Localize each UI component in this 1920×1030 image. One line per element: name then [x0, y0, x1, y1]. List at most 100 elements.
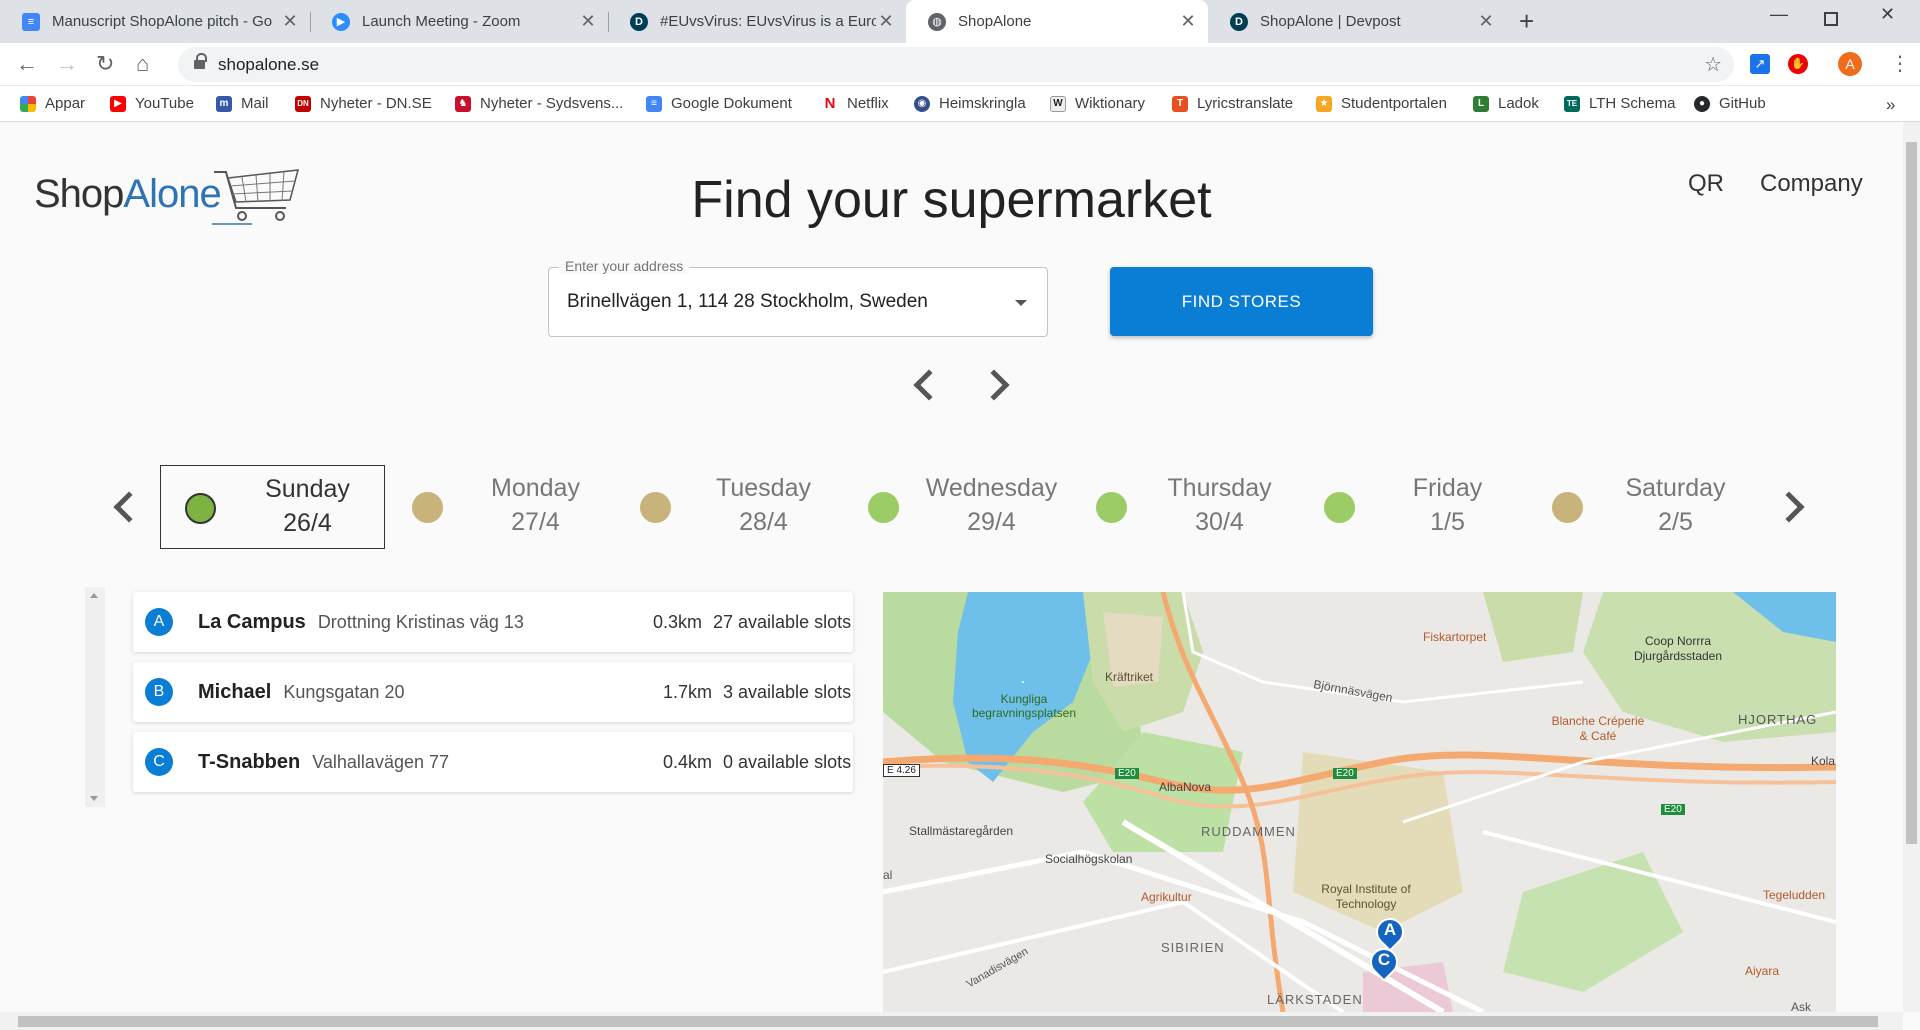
availability-dot — [1552, 492, 1583, 523]
map-label: SIBIRIEN — [1161, 940, 1225, 955]
tab-title: #EUvsVirus: EUvsVirus is a Europe — [660, 13, 876, 30]
map-label: Kola — [1811, 754, 1836, 768]
prev-arrow-icon[interactable] — [913, 369, 945, 401]
bookmark-heimskringla[interactable]: ◉ Heimskringla — [914, 95, 1026, 112]
bookmark-studentportalen[interactable]: ★ Studentportalen — [1316, 95, 1447, 112]
day-wednesday[interactable]: Wednesday 29/4 — [844, 465, 1069, 549]
find-stores-button[interactable]: FIND STORES — [1110, 267, 1373, 336]
address-field-label: Enter your address — [559, 258, 690, 274]
day-name: Saturday — [1625, 474, 1726, 502]
day-date: 1/5 — [1430, 508, 1465, 536]
page-horizontal-scrollbar[interactable] — [0, 1012, 1903, 1030]
address-bar[interactable]: shopalone.se ☆ — [178, 47, 1734, 82]
store-slots: 27 available slots — [713, 612, 852, 632]
map-label: Kungliga begravningsplatsen — [971, 692, 1077, 720]
bookmark-label: Ladok — [1498, 95, 1539, 112]
bookmark-lth-schema[interactable]: TE LTH Schema — [1564, 95, 1675, 112]
day-thursday[interactable]: Thursday 30/4 — [1072, 465, 1297, 549]
prev-week-arrow-icon[interactable] — [113, 491, 145, 523]
page-vertical-scrollbar[interactable] — [1903, 122, 1920, 1012]
reload-icon[interactable]: ↻ — [96, 51, 114, 77]
tab-zoom[interactable]: ▶ Launch Meeting - Zoom ✕ — [310, 0, 608, 43]
close-icon[interactable]: ✕ — [578, 11, 598, 32]
tab-shopalone[interactable]: ◍ ShopAlone ✕ — [906, 0, 1208, 43]
maximize-button[interactable] — [1824, 12, 1838, 26]
bookmark-dn[interactable]: DN Nyheter - DN.SE — [295, 95, 432, 112]
next-arrow-icon[interactable] — [978, 369, 1010, 401]
map-label: Ask — [1791, 1000, 1812, 1012]
map-label: AlbaNova — [1159, 780, 1212, 794]
scroll-down-icon[interactable] — [90, 796, 98, 801]
ladok-icon: L — [1473, 95, 1489, 112]
map-marker-label: C — [1377, 950, 1391, 969]
bookmark-google-dokument[interactable]: ≡ Google Dokument — [646, 95, 792, 112]
back-arrow-icon[interactable]: ← — [16, 51, 38, 77]
url-text[interactable]: shopalone.se — [218, 55, 319, 75]
map-label: Aiyara — [1745, 964, 1780, 978]
tab-manuscript[interactable]: ≡ Manuscript ShopAlone pitch - Go ✕ — [0, 0, 310, 43]
studentportalen-icon: ★ — [1316, 95, 1332, 112]
store-card-la-campus[interactable]: A La Campus Drottning Kristinas väg 13 0.… — [133, 592, 853, 652]
profile-avatar[interactable]: A — [1838, 52, 1862, 76]
day-saturday[interactable]: Saturday 2/5 — [1528, 465, 1753, 549]
nav-qr-link[interactable]: QR — [1688, 170, 1724, 198]
day-monday[interactable]: Monday 27/4 — [388, 465, 613, 549]
tab-devpost[interactable]: D ShopAlone | Devpost ✕ — [1208, 0, 1506, 43]
zoom-icon: ▶ — [332, 12, 350, 31]
scrollbar-thumb[interactable] — [1906, 142, 1917, 844]
scroll-up-icon[interactable] — [90, 593, 98, 598]
bookmark-ladok[interactable]: L Ladok — [1473, 95, 1539, 112]
close-icon[interactable]: ✕ — [1476, 11, 1496, 32]
home-icon[interactable]: ⌂ — [136, 51, 149, 77]
day-sunday[interactable]: Sunday 26/4 — [160, 465, 385, 549]
menu-icon[interactable]: ⋮ — [1890, 51, 1910, 76]
day-tuesday[interactable]: Tuesday 28/4 — [616, 465, 841, 549]
close-icon[interactable]: ✕ — [1178, 11, 1198, 32]
tab-title: ShopAlone | Devpost — [1260, 13, 1401, 30]
day-date: 30/4 — [1195, 508, 1244, 536]
new-tab-button[interactable]: + — [1519, 6, 1534, 37]
store-marker-badge: A — [145, 608, 173, 636]
map-label: Fiskartorpet — [1423, 630, 1487, 644]
close-icon[interactable]: ✕ — [280, 11, 300, 32]
tab-euvsvirus[interactable]: D #EUvsVirus: EUvsVirus is a Europe ✕ — [608, 0, 906, 43]
star-icon[interactable]: ☆ — [1704, 52, 1722, 77]
bookmark-wiktionary[interactable]: W Wiktionary — [1050, 95, 1145, 112]
close-icon[interactable]: ✕ — [876, 11, 896, 32]
more-bookmarks-icon[interactable]: » — [1886, 95, 1895, 115]
minimize-button[interactable]: — — [1770, 4, 1788, 25]
store-card-t-snabben[interactable]: C T-Snabben Valhallavägen 77 0.4km 0 avai… — [133, 732, 853, 792]
store-card-michael[interactable]: B Michael Kungsgatan 20 1.7km 3 available… — [133, 662, 853, 722]
netflix-icon: N — [822, 95, 838, 112]
bookmark-mail[interactable]: m Mail — [216, 95, 269, 112]
bookmark-youtube[interactable]: ▶ YouTube — [110, 95, 194, 112]
bookmark-lyricstranslate[interactable]: T Lyricstranslate — [1172, 95, 1293, 112]
availability-dot — [640, 492, 671, 523]
extension-link-icon[interactable]: ↗ — [1750, 54, 1770, 74]
address-select[interactable]: Enter your address Brinellvägen 1, 114 2… — [548, 258, 1048, 337]
store-address: Kungsgatan 20 — [283, 682, 405, 702]
map-label: Blanche Créperie & Café — [1551, 714, 1645, 743]
next-week-arrow-icon[interactable] — [1773, 491, 1805, 523]
map-label: HJORTHAG — [1738, 712, 1818, 727]
adblock-icon[interactable]: ✋ — [1788, 54, 1808, 74]
store-map[interactable]: Kungliga begravningsplatsen Kräftriket B… — [883, 592, 1836, 1012]
forward-arrow-icon[interactable]: → — [56, 51, 78, 77]
bookmark-label: Nyheter - DN.SE — [320, 95, 432, 112]
docs-icon: ≡ — [646, 95, 662, 112]
close-window-button[interactable]: ✕ — [1880, 4, 1895, 25]
nav-company-link[interactable]: Company — [1760, 170, 1863, 198]
bookmark-netflix[interactable]: N Netflix — [822, 95, 889, 112]
address-value[interactable]: Brinellvägen 1, 114 28 Stockholm, Sweden — [567, 291, 928, 313]
store-list-scrollbar[interactable] — [85, 587, 105, 807]
day-friday[interactable]: Friday 1/5 — [1300, 465, 1525, 549]
map-label: Agrikultur — [1141, 890, 1192, 904]
bookmark-label: Netflix — [847, 95, 889, 112]
scrollbar-thumb[interactable] — [18, 1016, 1878, 1027]
bookmark-sydsvenskan[interactable]: ♞ Nyheter - Sydsvens... — [455, 95, 623, 112]
bookmark-github[interactable]: ● GitHub — [1694, 95, 1766, 112]
bookmark-appar[interactable]: Appar — [20, 95, 85, 112]
dropdown-arrow-icon[interactable] — [1015, 300, 1027, 306]
apps-grid-icon — [20, 95, 36, 112]
map-label: Tegeludden — [1763, 888, 1826, 902]
